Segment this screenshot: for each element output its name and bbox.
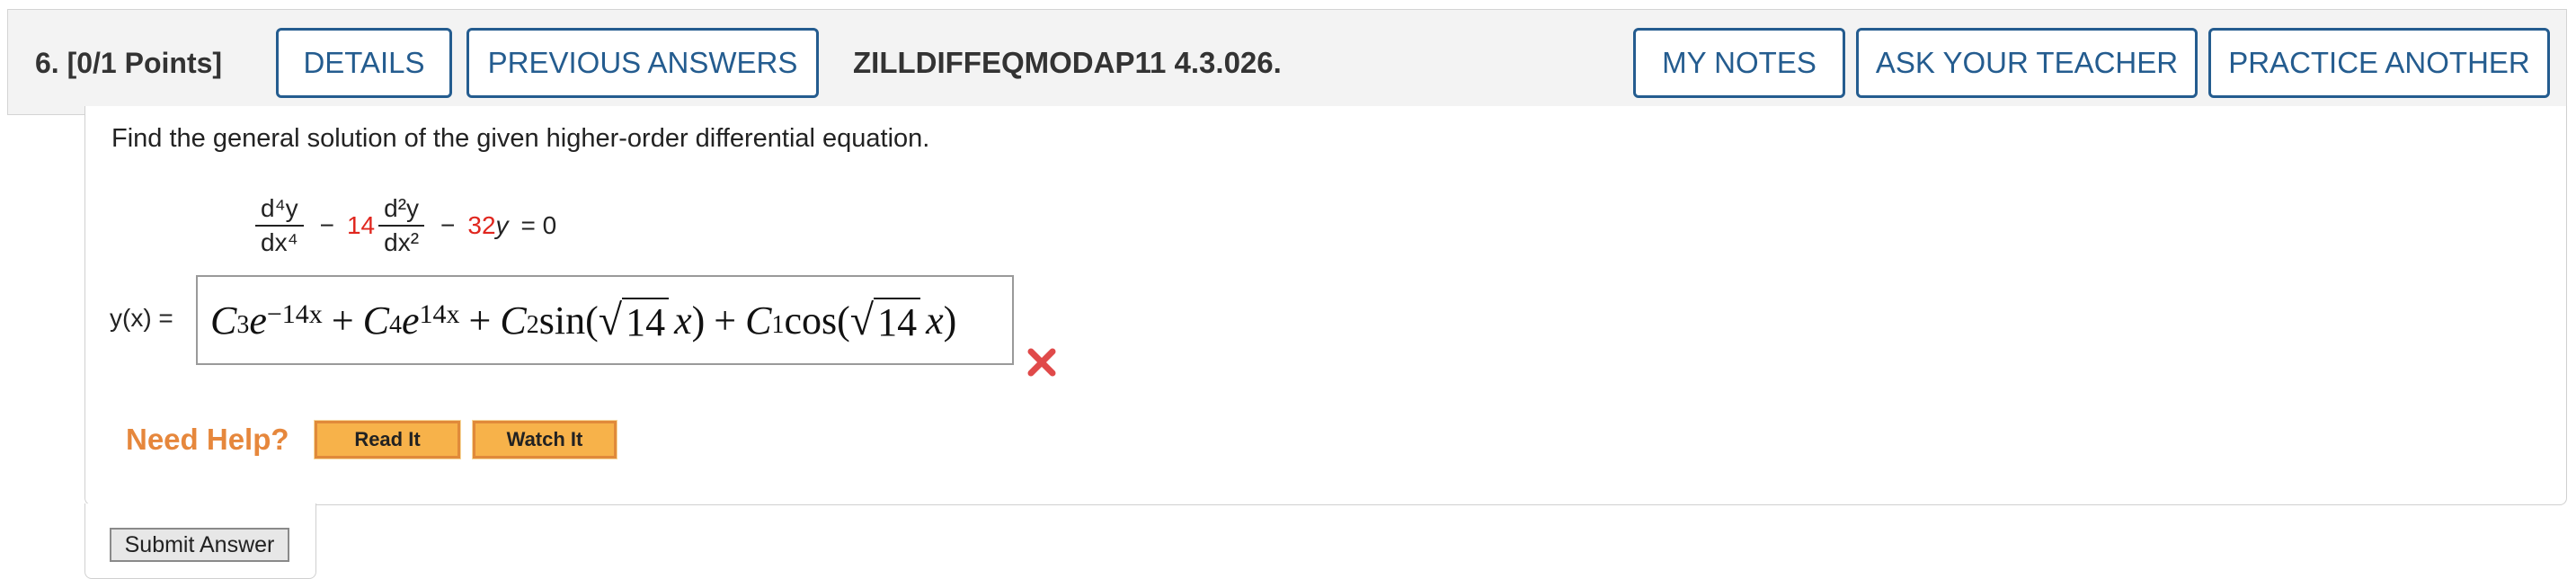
ask-your-teacher-button[interactable]: ASK YOUR TEACHER — [1856, 28, 2198, 98]
coefficient-1: 14 — [346, 211, 376, 239]
question-code: ZILLDIFFEQMODAP11 4.3.026. — [853, 46, 1282, 79]
submit-answer-button[interactable]: Submit Answer — [110, 528, 289, 562]
x-mark-icon — [1027, 348, 1056, 377]
read-it-button[interactable]: Read It — [314, 420, 461, 459]
practice-another-button[interactable]: PRACTICE ANOTHER — [2208, 28, 2550, 98]
need-help-label: Need Help? — [126, 423, 289, 456]
question-instruction: Find the general solution of the given h… — [111, 124, 930, 153]
minus-sign: − — [319, 211, 334, 239]
square-root: √ 14 — [850, 296, 921, 345]
question-points-label: 6. [0/1 Points] — [35, 47, 223, 79]
answer-label: y(x) = — [110, 304, 173, 332]
coefficient-2: 32 — [467, 211, 496, 239]
equals-zero: = 0 — [520, 211, 557, 239]
fourth-derivative: d⁴y dx⁴ — [255, 192, 304, 259]
details-button[interactable]: DETAILS — [276, 28, 452, 98]
second-derivative: d²y dx² — [378, 192, 425, 259]
y-variable: y — [495, 211, 509, 239]
question-header: 6. [0/1 Points] DETAILS PREVIOUS ANSWERS… — [7, 9, 2567, 115]
minus-sign: − — [440, 211, 456, 239]
watch-it-button[interactable]: Watch It — [472, 420, 617, 459]
square-root: √ 14 — [599, 296, 670, 345]
my-notes-button[interactable]: MY NOTES — [1633, 28, 1845, 98]
differential-equation: d⁴y dx⁴ − 14 d²y dx² − 32 y = 0 — [252, 176, 556, 275]
previous-answers-button[interactable]: PREVIOUS ANSWERS — [466, 28, 819, 98]
answer-input[interactable]: C 3 e −14x + C 4 e 14x + C 2 sin(√ 14 x) + C 1 cos(√… — [196, 275, 1014, 365]
